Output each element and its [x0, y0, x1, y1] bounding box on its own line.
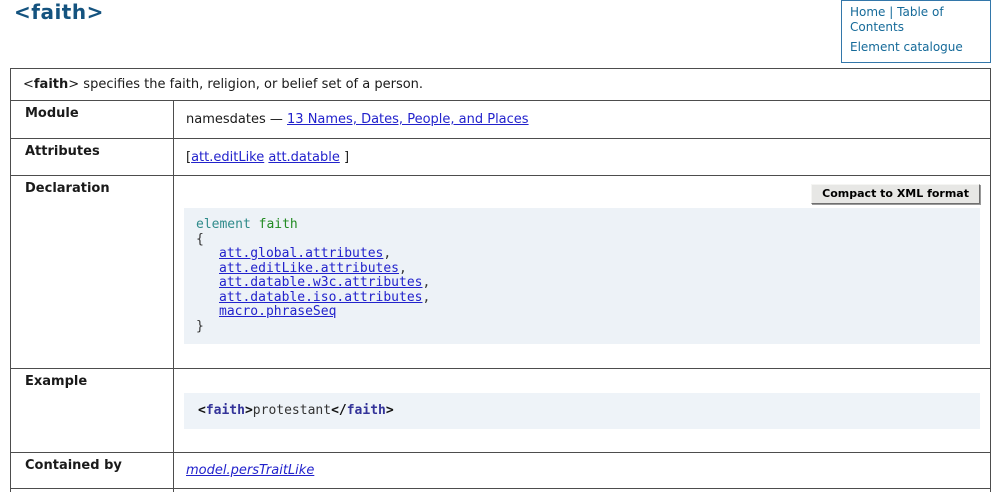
contained-by-model-link[interactable]: model.persTraitLike: [186, 463, 314, 478]
code-comma: ,: [399, 261, 407, 276]
code-link-att-global-attributes[interactable]: att.global.attributes: [219, 246, 383, 261]
declaration-code-block: element faith { att.global.attributes, a…: [184, 208, 980, 344]
nav-link-home[interactable]: Home: [850, 5, 885, 19]
page-title: <faith>: [14, 0, 104, 24]
table-row-clipped: [11, 489, 991, 492]
example-open-tag-name: faith: [206, 403, 245, 418]
description-cell: <faith> specifies the faith, religion, o…: [11, 69, 991, 101]
code-link-macro-phraseseq[interactable]: macro.phraseSeq: [219, 304, 336, 319]
code-keyword: element: [196, 217, 251, 232]
module-label: Module: [11, 101, 174, 139]
code-line-member: macro.phraseSeq: [196, 305, 968, 320]
example-text-content: protestant: [253, 403, 331, 418]
code-comma: ,: [423, 290, 431, 305]
code-line-member: att.global.attributes,: [196, 247, 968, 262]
code-comma: ,: [423, 275, 431, 290]
table-row-description: <faith> specifies the faith, religion, o…: [11, 69, 991, 101]
code-element-name: faith: [259, 217, 298, 232]
declaration-button-row: Compact to XML format: [184, 184, 980, 206]
table-row-declaration: Declaration Compact to XML format elemen…: [11, 176, 991, 369]
description-gi-open: <: [23, 77, 34, 92]
code-comma: ,: [383, 246, 391, 261]
code-line-member: att.editLike.attributes,: [196, 262, 968, 277]
clipped-row-label-cell: [11, 489, 174, 492]
module-name: namesdates: [186, 112, 266, 127]
module-dash: —: [270, 112, 283, 127]
clipped-row-content-cell: [174, 489, 991, 492]
attribute-class-link-datable[interactable]: att.datable: [268, 150, 339, 165]
example-close-bracket-close: >: [386, 403, 394, 418]
declaration-cell: Compact to XML format element faith { at…: [174, 176, 991, 369]
attributes-cell: [att.editLike att.datable ]: [174, 139, 991, 176]
table-row-contained-by: Contained by model.persTraitLike: [11, 453, 991, 489]
nav-line-primary: Home | Table of Contents: [850, 5, 982, 35]
nav-link-element-catalogue[interactable]: Element catalogue: [850, 40, 963, 54]
code-line-member: att.datable.w3c.attributes,: [196, 276, 968, 291]
attributes-label: Attributes: [11, 139, 174, 176]
example-open-bracket: <: [198, 403, 206, 418]
example-cell: <faith>protestant</faith>: [174, 369, 991, 453]
code-link-att-datable-w3c-attributes[interactable]: att.datable.w3c.attributes: [219, 275, 423, 290]
code-link-att-editlike-attributes[interactable]: att.editLike.attributes: [219, 261, 399, 276]
contained-by-cell: model.persTraitLike: [174, 453, 991, 489]
code-line-element: element faith: [196, 218, 968, 233]
element-reference-page: <faith> Home | Table of Contents Element…: [0, 0, 996, 492]
example-open-bracket-close: >: [245, 403, 253, 418]
nav-line-secondary: Element catalogue: [850, 40, 982, 55]
attribute-class-link-editlike[interactable]: att.editLike: [191, 150, 264, 165]
description-text: > specifies the faith, religion, or beli…: [68, 77, 423, 92]
code-line-member: att.datable.iso.attributes,: [196, 291, 968, 306]
code-line-close-brace: }: [196, 320, 968, 335]
module-cell: namesdates — 13 Names, Dates, People, an…: [174, 101, 991, 139]
example-code-block: <faith>protestant</faith>: [184, 393, 980, 429]
code-line-open-brace: {: [196, 233, 968, 248]
example-close-tag-name: faith: [347, 403, 386, 418]
module-chapter-link[interactable]: 13 Names, Dates, People, and Places: [287, 112, 529, 127]
table-row-example: Example <faith>protestant</faith>: [11, 369, 991, 453]
description-gi-name: faith: [34, 77, 68, 92]
example-close-bracket: </: [331, 403, 347, 418]
declaration-label: Declaration: [11, 176, 174, 369]
element-spec-table: <faith> specifies the faith, religion, o…: [10, 68, 991, 492]
compact-to-xml-button[interactable]: Compact to XML format: [811, 184, 980, 204]
code-link-att-datable-iso-attributes[interactable]: att.datable.iso.attributes: [219, 290, 423, 305]
attributes-close-bracket: ]: [344, 150, 349, 165]
contained-by-label: Contained by: [11, 453, 174, 489]
table-row-attributes: Attributes [att.editLike att.datable ]: [11, 139, 991, 176]
table-row-module: Module namesdates — 13 Names, Dates, Peo…: [11, 101, 991, 139]
example-label: Example: [11, 369, 174, 453]
nav-separator: |: [889, 5, 893, 19]
nav-box: Home | Table of Contents Element catalog…: [841, 0, 991, 63]
